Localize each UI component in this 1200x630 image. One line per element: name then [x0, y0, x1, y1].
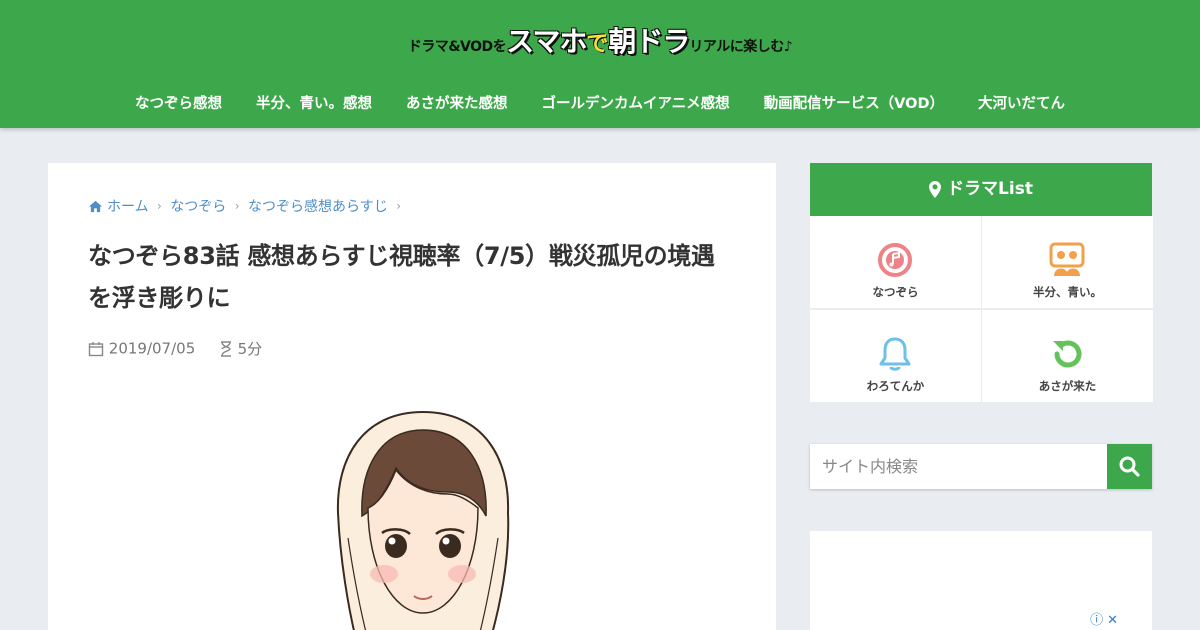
chevron-right-icon: ›: [234, 199, 240, 213]
logo-main-1: スマホ: [506, 25, 587, 58]
article-read-time: 5分: [237, 340, 263, 358]
nav-item-natsuzora[interactable]: なつぞら感想: [135, 92, 222, 113]
home-icon: [89, 200, 102, 212]
calendar-icon: [88, 341, 104, 356]
refresh-icon: [1053, 340, 1082, 368]
nav-item-golden-kamuy[interactable]: ゴールデンカムイアニメ感想: [541, 92, 729, 113]
article-date: 2019/07/05: [108, 339, 196, 358]
logo-main-de: で: [586, 32, 609, 57]
article-meta: 2019/07/05 5分: [88, 338, 262, 359]
hourglass-icon: [220, 340, 231, 357]
ad-close-icon[interactable]: ✕: [1107, 613, 1118, 628]
search-button[interactable]: [1107, 444, 1152, 489]
logo-prefix: ドラマ&VODを: [407, 39, 507, 55]
logo-main-2: 朝ドラ: [608, 25, 690, 58]
breadcrumb-level1[interactable]: なつぞら: [170, 199, 226, 215]
site-logo[interactable]: ドラマ&VODをスマホで朝ドラリアルに楽しむ♪: [0, 20, 1200, 60]
breadcrumb-level2[interactable]: なつぞら感想あらすじ: [248, 199, 388, 215]
drama-item-label: わろてんか: [866, 379, 925, 393]
nav-item-asa-ga-kita[interactable]: あさが来た感想: [406, 92, 508, 113]
breadcrumb-home[interactable]: ホーム: [88, 198, 153, 215]
drama-item-hanbun-aoi[interactable]: 半分、青い。: [982, 216, 1153, 308]
drama-item-label: あさが来た: [1038, 379, 1097, 393]
chevron-right-icon: ›: [157, 199, 162, 213]
ad-slot: ⓘ ✕: [810, 531, 1152, 630]
character-illustration: [336, 410, 510, 630]
site-header: ドラマ&VODをスマホで朝ドラリアルに楽しむ♪ なつぞら感想 半分、青い。感想 …: [0, 0, 1200, 128]
bell-icon: [879, 337, 911, 371]
drama-list-grid: なつぞら 半分、青い。 わろてんか あさが来た: [810, 216, 1153, 402]
search-input[interactable]: [810, 444, 1107, 489]
drama-item-natsuzora[interactable]: なつぞら: [810, 216, 981, 308]
drama-list-heading: ドラマList: [810, 163, 1152, 216]
nav-item-hanbun-aoi[interactable]: 半分、青い。感想: [256, 92, 372, 113]
breadcrumb-home-label: ホーム: [107, 199, 149, 215]
nav-item-vod[interactable]: 動画配信サービス（VOD）: [764, 92, 944, 113]
group-icon: [1049, 242, 1085, 276]
breadcrumb: ホーム › なつぞら › なつぞら感想あらすじ ›: [88, 196, 405, 216]
logo-suffix: リアルに楽しむ♪: [689, 39, 793, 55]
site-search: [810, 444, 1152, 489]
drama-item-asa-ga-kita[interactable]: あさが来た: [982, 310, 1153, 402]
search-icon: [1119, 456, 1140, 477]
map-pin-icon: [929, 181, 942, 198]
ad-info-icon[interactable]: ⓘ: [1090, 613, 1103, 628]
chevron-right-icon: ›: [396, 199, 402, 213]
nav-item-idaten[interactable]: 大河いだてん: [978, 92, 1065, 113]
article-title: なつぞら83話 感想あらすじ視聴率（7/5）戦災孤児の境遇を浮き彫りに: [88, 242, 715, 312]
article-card: ホーム › なつぞら › なつぞら感想あらすじ › なつぞら83話 感想あらすじ…: [48, 163, 776, 630]
drama-item-label: 半分、青い。: [1033, 285, 1102, 299]
drama-item-label: なつぞら: [872, 285, 919, 299]
global-nav: なつぞら感想 半分、青い。感想 あさが来た感想 ゴールデンカムイアニメ感想 動画…: [0, 92, 1200, 113]
drama-item-warotenka[interactable]: わろてんか: [810, 310, 981, 402]
ad-controls: ⓘ ✕: [1086, 609, 1118, 628]
music-disc-icon: [878, 243, 912, 277]
drama-list-title: ドラマList: [947, 179, 1033, 199]
